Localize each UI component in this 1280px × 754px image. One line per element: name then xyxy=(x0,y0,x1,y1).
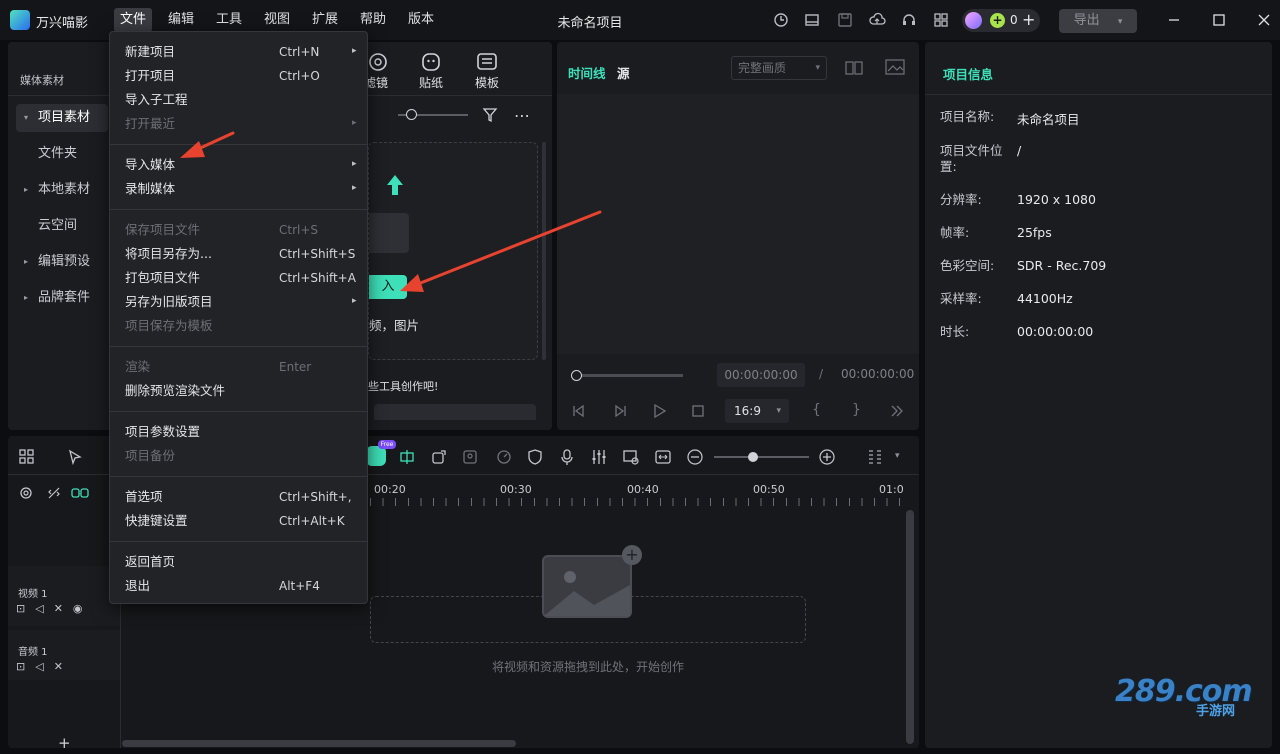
arrow-to-import-media xyxy=(180,131,235,158)
annotation-arrows xyxy=(180,131,602,292)
arrow-to-import-button xyxy=(400,210,602,292)
